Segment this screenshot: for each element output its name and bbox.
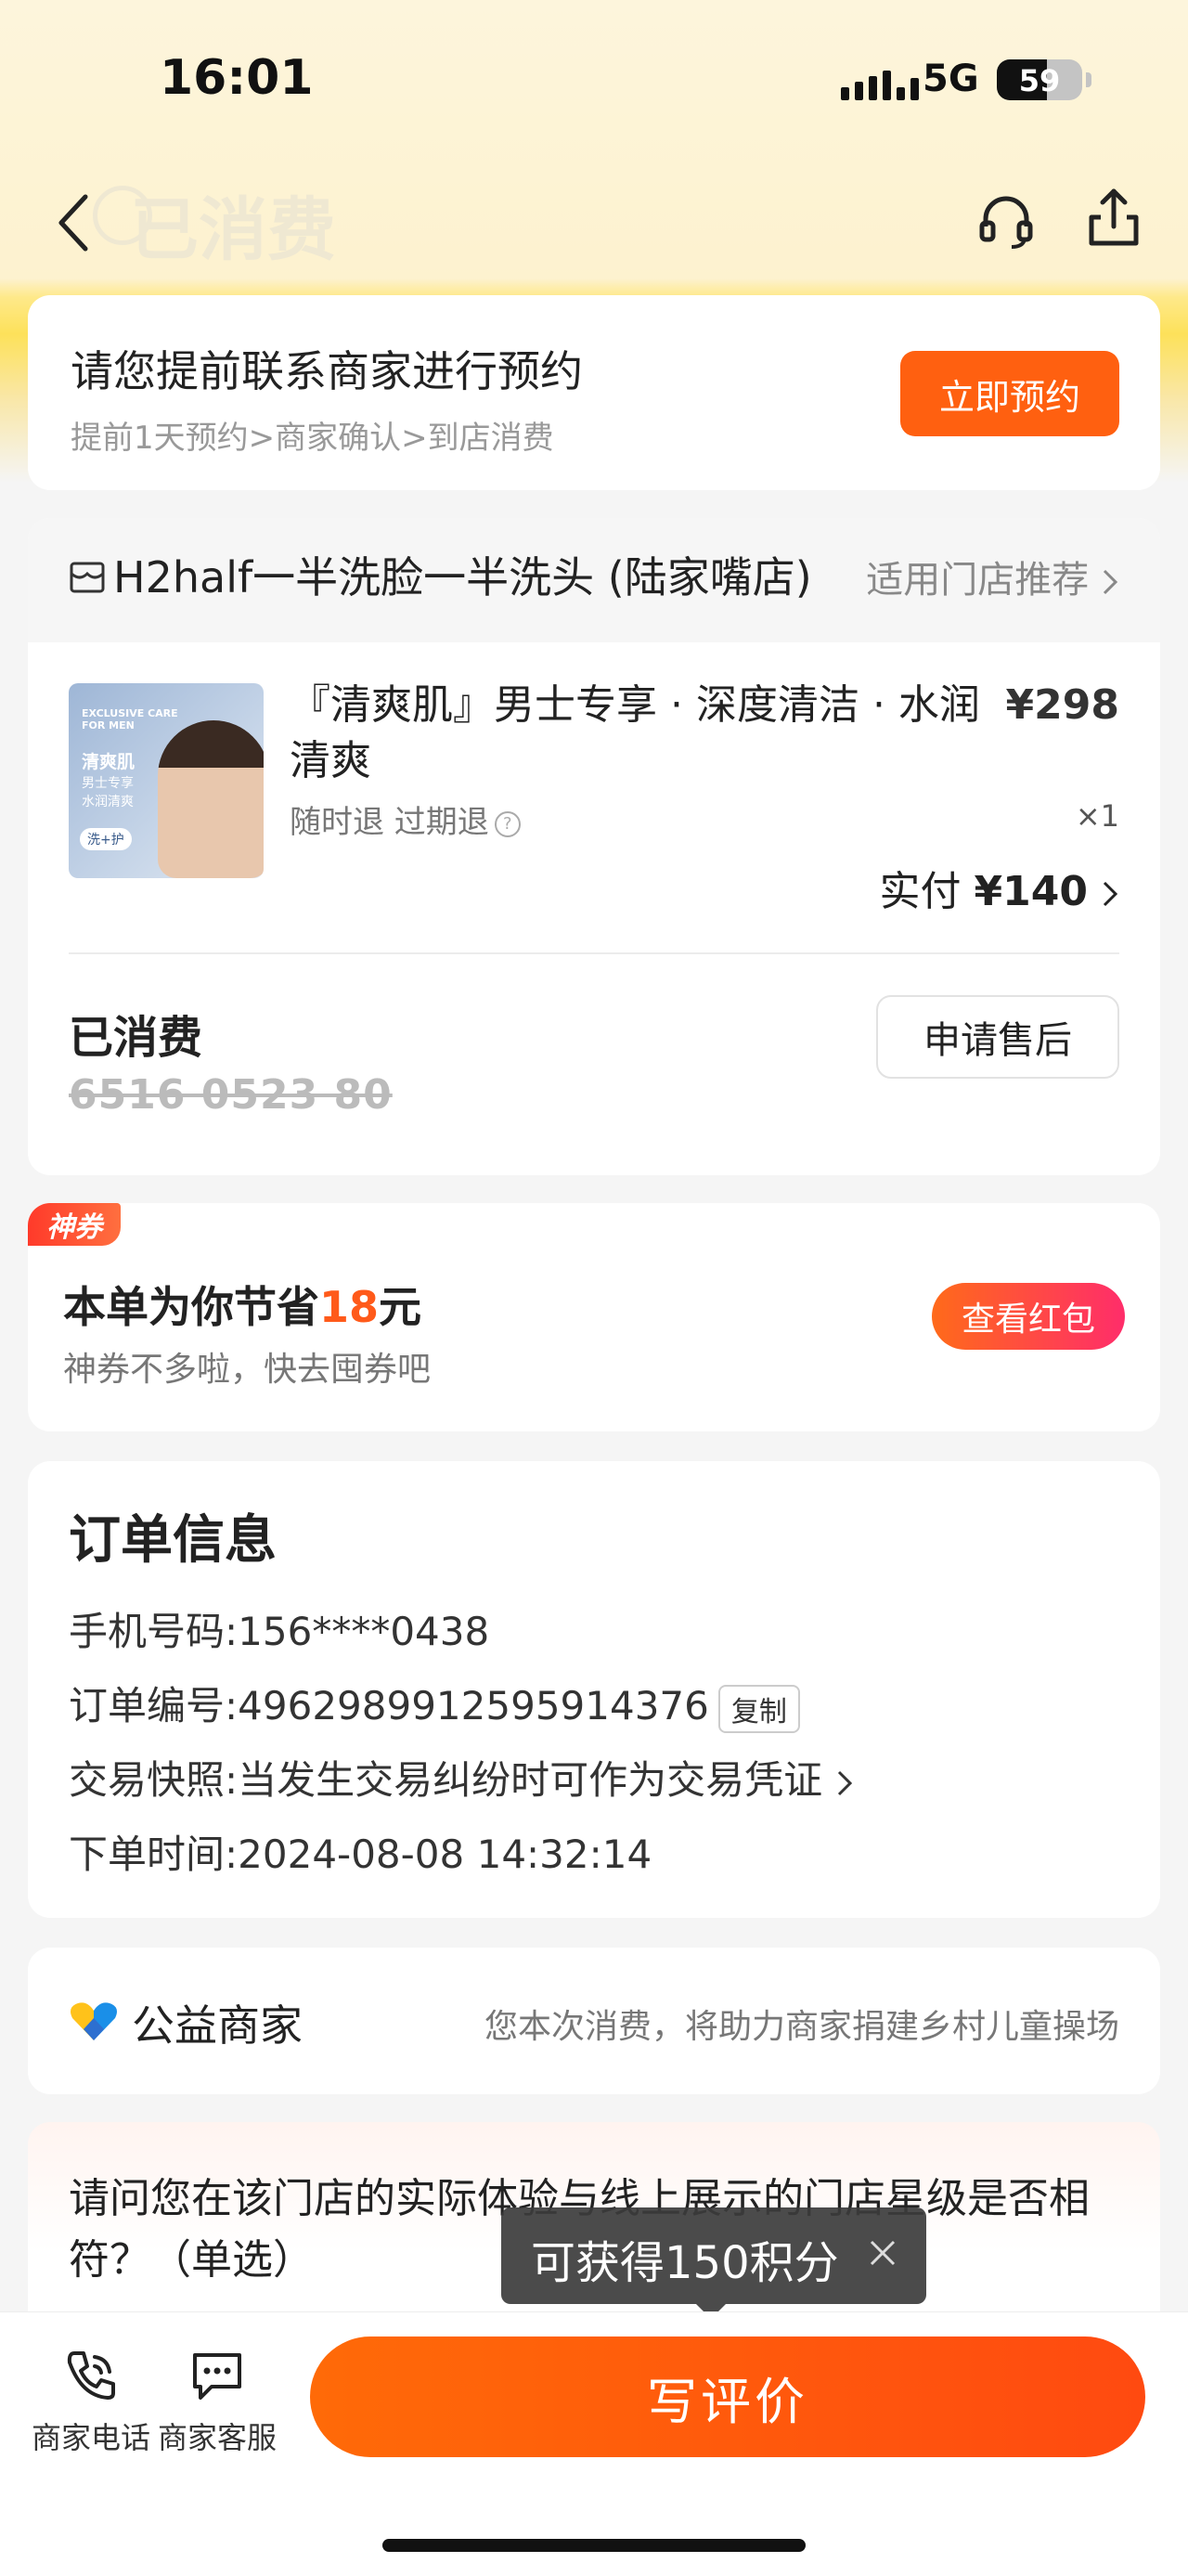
copy-button[interactable]: 复制 bbox=[717, 1684, 800, 1733]
after-sale-button[interactable]: 申请售后 bbox=[876, 995, 1119, 1079]
savings-card: 神券 本单为你节省18元 神券不多啦，快去囤券吧 查看红包 bbox=[28, 1203, 1160, 1431]
order-number-label: 订单编号: bbox=[69, 1683, 239, 1728]
phone-icon bbox=[67, 2351, 115, 2400]
product-quantity: ×1 bbox=[1075, 798, 1119, 834]
order-time-value: 2024-08-08 14:32:14 bbox=[238, 1832, 652, 1877]
chevron-right-icon bbox=[1103, 569, 1118, 595]
snapshot-label: 交易快照: bbox=[69, 1757, 239, 1803]
store-recommend-link[interactable]: 适用门店推荐 bbox=[866, 550, 1119, 603]
book-now-button[interactable]: 立即预约 bbox=[900, 351, 1119, 436]
chevron-left-icon[interactable] bbox=[52, 189, 98, 254]
store-icon bbox=[70, 562, 105, 593]
savings-subtitle: 神券不多啦，快去囤券吧 bbox=[63, 1351, 432, 1389]
navigation-bar: 已消费 bbox=[0, 167, 1188, 270]
coupon-code: 6516 0523 80 bbox=[69, 1071, 393, 1119]
charity-heart-icon bbox=[71, 2002, 117, 2040]
store-row[interactable]: H2half一半洗脸一半洗头 (陆家嘴店) 适用门店推荐 bbox=[28, 518, 1160, 642]
status-time: 16:01 bbox=[160, 50, 314, 106]
points-tooltip-text: 可获得150积分 bbox=[531, 2237, 839, 2289]
order-time-row: 下单时间:2024-08-08 14:32:14 bbox=[69, 1823, 652, 1880]
status-bar: 16:01 5G 59 bbox=[0, 45, 1188, 119]
bottom-action-bar: 商家电话 商家客服 写评价 bbox=[0, 2311, 1188, 2576]
chevron-right-icon bbox=[837, 1770, 852, 1795]
headset-icon[interactable] bbox=[976, 191, 1036, 251]
store-recommend-label: 适用门店推荐 bbox=[866, 559, 1090, 602]
points-tooltip: 可获得150积分 bbox=[501, 2207, 926, 2319]
savings-text: 本单为你节省18元 bbox=[63, 1274, 421, 1335]
coupon-status: 已消费 bbox=[69, 1012, 203, 1064]
booking-card: 请您提前联系商家进行预约 提前1天预约>商家确认>到店消费 立即预约 bbox=[28, 295, 1160, 490]
merchant-chat-label: 商家客服 bbox=[157, 2420, 277, 2455]
savings-suffix: 元 bbox=[379, 1282, 422, 1332]
booking-steps: 提前1天预约>商家确认>到店消费 bbox=[71, 420, 554, 457]
charity-card[interactable]: 公益商家 您本次消费，将助力商家捐建乡村儿童操场 bbox=[28, 1948, 1160, 2094]
savings-prefix: 本单为你节省 bbox=[63, 1282, 319, 1332]
savings-amount: 18 bbox=[319, 1282, 380, 1332]
battery-level: 59 bbox=[1018, 63, 1061, 98]
chat-icon bbox=[193, 2353, 241, 2400]
refund-policy-text: 随时退 过期退 bbox=[290, 804, 489, 841]
order-time-label: 下单时间: bbox=[69, 1832, 239, 1877]
booking-title: 请您提前联系商家进行预约 bbox=[71, 346, 583, 396]
order-info-card: 订单信息 手机号码:156****0438 订单编号:4962989912595… bbox=[28, 1461, 1160, 1918]
product-price: ¥298 bbox=[1005, 681, 1119, 729]
help-icon[interactable]: ? bbox=[494, 810, 521, 837]
share-icon[interactable] bbox=[1086, 186, 1142, 247]
merchant-phone-label: 商家电话 bbox=[31, 2420, 150, 2455]
view-red-packet-button[interactable]: 查看红包 bbox=[932, 1283, 1125, 1350]
charity-title: 公益商家 bbox=[132, 2000, 303, 2051]
thumb-name: 清爽肌 bbox=[82, 752, 136, 772]
network-type: 5G bbox=[923, 58, 979, 100]
store-name[interactable]: H2half一半洗脸一半洗头 (陆家嘴店) bbox=[113, 544, 846, 605]
home-indicator bbox=[382, 2539, 806, 2552]
page-title: 已消费 bbox=[130, 190, 336, 270]
product-thumbnail[interactable]: EXCLUSIVE CARE FOR MEN 清爽肌 男士专享 水润清爽 洗+护 bbox=[69, 683, 264, 878]
merchant-phone-button[interactable]: 商家电话 bbox=[26, 2346, 156, 2457]
order-info-title: 订单信息 bbox=[69, 1510, 277, 1571]
paid-value: ¥140 bbox=[974, 868, 1088, 915]
divider bbox=[69, 952, 1119, 954]
phone-label: 手机号码: bbox=[69, 1609, 239, 1654]
paid-amount[interactable]: 实付 ¥140 bbox=[880, 858, 1119, 917]
thumb-pill: 洗+护 bbox=[80, 828, 132, 850]
charity-note: 您本次消费，将助力商家捐建乡村儿童操场 bbox=[484, 2008, 1119, 2046]
paid-label: 实付 bbox=[879, 868, 962, 915]
thumb-text: 男士专享 水润清爽 bbox=[82, 774, 134, 811]
cellular-signal-icon bbox=[841, 63, 919, 100]
battery-icon: 59 bbox=[997, 59, 1082, 100]
battery-tip bbox=[1086, 72, 1091, 87]
thumb-headline: EXCLUSIVE CARE FOR MEN bbox=[82, 707, 178, 731]
phone-row: 手机号码:156****0438 bbox=[69, 1600, 489, 1657]
write-review-button[interactable]: 写评价 bbox=[310, 2337, 1145, 2457]
product-title[interactable]: 『清爽肌』男士专享 · 深度清洁 · 水润清爽 bbox=[290, 678, 995, 789]
snapshot-row[interactable]: 交易快照:当发生交易纠纷时可作为交易凭证 bbox=[69, 1749, 854, 1806]
product-card: H2half一半洗脸一半洗头 (陆家嘴店) 适用门店推荐 EXCLUSIVE C… bbox=[28, 518, 1160, 1175]
model-photo bbox=[158, 720, 264, 878]
refund-policy: 随时退 过期退? bbox=[290, 796, 521, 842]
order-number-row: 订单编号:4962989912595914376 复制 bbox=[69, 1675, 800, 1733]
merchant-chat-button[interactable]: 商家客服 bbox=[152, 2346, 282, 2457]
chevron-right-icon bbox=[1103, 881, 1118, 907]
close-icon[interactable] bbox=[867, 2237, 898, 2269]
phone-value: 156****0438 bbox=[238, 1609, 490, 1654]
thumb-line2: 水润清爽 bbox=[82, 795, 134, 809]
coupon-tag: 神券 bbox=[28, 1203, 121, 1246]
thumb-line1: 男士专享 bbox=[82, 776, 134, 791]
snapshot-value: 当发生交易纠纷时可作为交易凭证 bbox=[238, 1757, 823, 1803]
order-number-value: 4962989912595914376 bbox=[238, 1683, 709, 1728]
